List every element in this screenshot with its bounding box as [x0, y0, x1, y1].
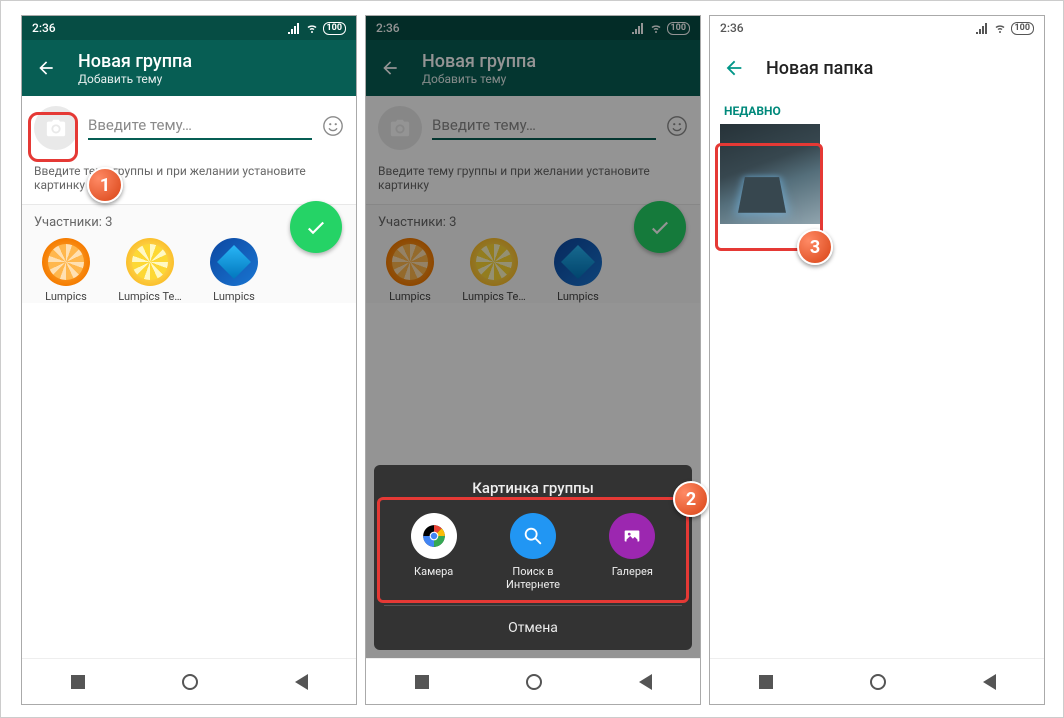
- participant[interactable]: Lumpics Te…: [118, 238, 182, 303]
- nav-recent-button[interactable]: [415, 675, 429, 689]
- nav-recent-button[interactable]: [759, 675, 773, 689]
- status-time: 2:36: [720, 21, 744, 35]
- section-recent: НЕДАВНО: [710, 96, 1044, 124]
- group-image-dialog: Картинка группы Камера Поиск в Интернете: [374, 465, 692, 650]
- nav-home-button[interactable]: [870, 674, 886, 690]
- header-title: Новая группа: [78, 51, 192, 72]
- back-button[interactable]: [34, 56, 58, 80]
- option-label: Поиск в Интернете: [493, 565, 573, 591]
- emoji-icon: [322, 115, 344, 137]
- battery-icon: 100: [1011, 22, 1035, 35]
- participant[interactable]: Lumpics: [202, 238, 266, 303]
- avatar: [42, 238, 90, 286]
- status-bar: 2:36 100: [22, 16, 356, 40]
- app-header: Новая группа Добавить тему: [22, 40, 356, 96]
- check-icon: [304, 215, 328, 239]
- option-camera[interactable]: Камера: [394, 513, 474, 591]
- group-photo-button[interactable]: [34, 106, 78, 150]
- participant-name: Lumpics: [213, 290, 255, 303]
- header-subtitle: Добавить тему: [78, 72, 192, 86]
- participant[interactable]: Lumpics: [34, 238, 98, 303]
- avatar: [126, 238, 174, 286]
- participant-name: Lumpics: [45, 290, 87, 303]
- system-nav-bar: [22, 658, 356, 704]
- dialog-title: Картинка группы: [384, 479, 682, 497]
- subject-row: Введите тему…: [22, 96, 356, 160]
- status-time: 2:36: [32, 21, 56, 35]
- option-gallery[interactable]: Галерея: [592, 513, 672, 591]
- option-label: Камера: [414, 565, 453, 578]
- gallery-option-icon: [609, 513, 655, 559]
- instruction-text: Введите тему группы и при желании устано…: [22, 160, 356, 205]
- camera-icon: [45, 117, 67, 139]
- subject-input[interactable]: Введите тему…: [88, 116, 312, 140]
- phone-screen-3: 2:36 100 Новая папка НЕДАВНО: [709, 15, 1045, 705]
- confirm-fab[interactable]: [290, 201, 342, 253]
- nav-recent-button[interactable]: [71, 675, 85, 689]
- status-indicators: 100: [975, 22, 1035, 35]
- wifi-icon: [993, 22, 1007, 34]
- battery-icon: 100: [323, 22, 347, 35]
- option-web-search[interactable]: Поиск в Интернете: [493, 513, 573, 591]
- system-nav-bar: [366, 658, 700, 704]
- nav-home-button[interactable]: [182, 674, 198, 690]
- nav-home-button[interactable]: [526, 674, 542, 690]
- avatar: [210, 238, 258, 286]
- arrow-left-icon: [723, 57, 745, 79]
- arrow-left-icon: [36, 58, 56, 78]
- back-button[interactable]: [722, 56, 746, 80]
- nav-back-button[interactable]: [295, 674, 308, 690]
- search-option-icon: [510, 513, 556, 559]
- status-bar: 2:36 100: [710, 16, 1044, 40]
- camera-option-icon: [411, 513, 457, 559]
- gallery-header: Новая папка: [710, 40, 1044, 96]
- nav-back-button[interactable]: [983, 674, 996, 690]
- signal-icon: [287, 22, 301, 34]
- gallery-title: Новая папка: [766, 58, 873, 79]
- emoji-button[interactable]: [322, 115, 344, 142]
- nav-back-button[interactable]: [639, 674, 652, 690]
- cancel-button[interactable]: Отмена: [384, 605, 682, 650]
- system-nav-bar: [710, 658, 1044, 704]
- wifi-icon: [305, 22, 319, 34]
- phone-screen-2: 2:36 100 Новая группа Добавить тему Введ…: [365, 15, 701, 705]
- option-label: Галерея: [612, 565, 653, 578]
- participant-name: Lumpics Te…: [118, 290, 181, 303]
- status-indicators: 100: [287, 22, 347, 35]
- phone-screen-1: 2:36 100 Новая группа Добавить тему Введ…: [21, 15, 357, 705]
- signal-icon: [975, 22, 989, 34]
- image-thumbnail[interactable]: [720, 124, 820, 224]
